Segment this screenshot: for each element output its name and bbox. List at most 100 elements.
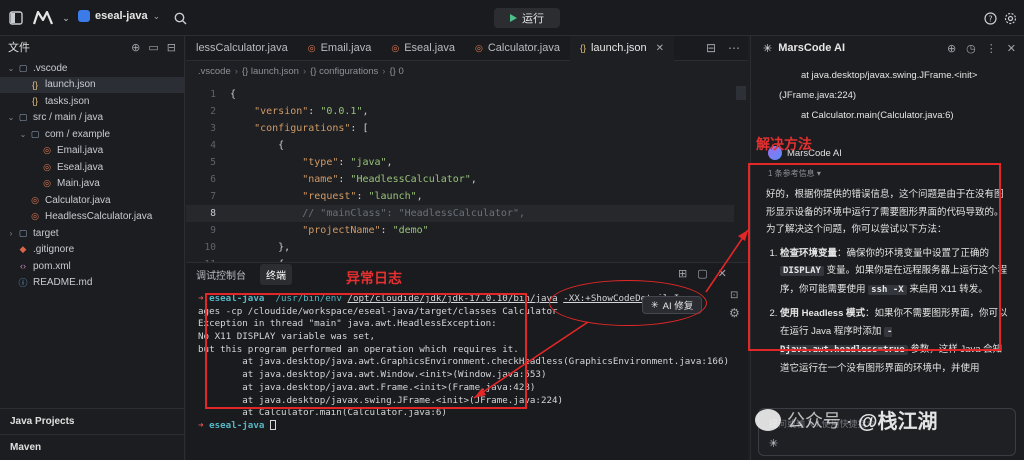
code-text: {	[230, 89, 237, 100]
code-text: {	[230, 140, 285, 151]
code-text: },	[230, 242, 291, 253]
code-editor[interactable]: 1{2 "version": "0.0.1", 3 "configurations…	[186, 86, 734, 270]
line-number: 2	[210, 106, 216, 117]
editor-tab[interactable]: ◎ Calculator.java	[465, 36, 570, 61]
top-bar: ⌄ eseal-java ⌄ 运行 ?	[0, 0, 1024, 36]
folder-file-icon: ▢	[18, 112, 28, 123]
panel-tool-icon[interactable]: ⊡	[730, 290, 738, 301]
tree-item[interactable]: {} launch.json	[0, 76, 184, 93]
more-icon[interactable]: ⋮	[986, 42, 997, 55]
minimap[interactable]	[736, 86, 746, 100]
new-file-icon[interactable]: ⊕	[131, 41, 140, 54]
code-line: 9 "projectName": "demo"	[186, 222, 734, 239]
tab-terminal[interactable]: 终端	[260, 263, 292, 285]
json-file-icon: {}	[579, 43, 586, 53]
code-line: 10 },	[186, 239, 734, 256]
tree-item[interactable]: ⌄ ▢ com / example	[0, 126, 184, 143]
user-message-stack: at java.desktop/javax.swing.JFrame.<init…	[779, 66, 1019, 126]
new-folder-icon[interactable]: ▭	[148, 41, 158, 54]
svg-text:?: ?	[988, 14, 992, 23]
chevron-down-icon: ⌄	[152, 10, 161, 21]
java-file-icon: ◎	[307, 42, 316, 53]
tree-item-label: .gitignore	[33, 244, 75, 256]
java-file-icon: ◎	[31, 211, 39, 222]
run-label: 运行	[522, 13, 544, 25]
chevron-down-icon[interactable]: ⌄	[56, 8, 76, 28]
code-text: "version": "0.0.1",	[254, 106, 369, 117]
maven-section[interactable]: Maven	[0, 434, 185, 460]
prompt-arrow-icon: ➜	[198, 419, 210, 431]
annotation-error-log: 异常日志	[346, 270, 402, 286]
tree-item[interactable]: ⌄ ▢ .vscode	[0, 60, 184, 77]
marscode-logo-icon[interactable]	[32, 8, 54, 28]
new-chat-icon[interactable]: ⊕	[947, 42, 956, 55]
collapse-icon[interactable]: ⊟	[167, 41, 176, 54]
gear-icon[interactable]: ⚙	[729, 306, 740, 320]
java-file-icon: ◎	[43, 178, 51, 189]
code-line: 2 "version": "0.0.1",	[186, 103, 734, 120]
tree-item[interactable]: ◎ Calculator.java	[0, 192, 184, 209]
xml-file-icon: ‹›	[20, 261, 26, 272]
tree-item[interactable]: ◎ Email.java	[0, 143, 184, 160]
run-button[interactable]: 运行	[494, 8, 560, 28]
tree-item[interactable]: {} tasks.json	[0, 93, 184, 110]
tree-item[interactable]: ⌄ ▢ src / main / java	[0, 110, 184, 127]
sidebar-toggle-icon[interactable]	[6, 8, 26, 28]
file-explorer: 文件 ⊕ ▭ ⊟ ⌄ ▢ .vscode{} launch.json{} tasks.j…	[0, 36, 185, 460]
project-selector[interactable]: eseal-java ⌄	[78, 10, 160, 22]
close-icon[interactable]: ✕	[656, 43, 664, 54]
line-number: 7	[210, 191, 216, 202]
maximize-icon[interactable]: ▢	[697, 267, 707, 280]
more-icon[interactable]: ⋯	[728, 41, 740, 55]
settings-icon[interactable]	[1000, 8, 1020, 28]
line-number: 5	[210, 157, 216, 168]
search-icon[interactable]	[170, 8, 190, 28]
help-icon[interactable]: ?	[980, 8, 1000, 28]
watermark-name: @栈江湖	[858, 411, 938, 433]
tree-item[interactable]: ◆ .gitignore	[0, 242, 184, 259]
close-icon[interactable]: ✕	[718, 267, 727, 280]
line-number: 4	[210, 140, 216, 151]
watermark: 公众号 · @栈江湖	[755, 405, 938, 434]
tab-debug-console[interactable]: 调试控制台	[196, 267, 246, 282]
editor-tabs: lessCalculator.java ◎ Email.java ◎ Eseal.jav…	[186, 35, 748, 61]
editor-tab-label: Calculator.java	[487, 42, 560, 54]
tree-item[interactable]: › ▢ target	[0, 225, 184, 242]
java-file-icon: ◎	[43, 161, 51, 172]
breadcrumb-item[interactable]: .vscode	[198, 66, 231, 77]
sparkle-icon[interactable]: ✳	[769, 437, 778, 450]
tree-item[interactable]: ◎ HeadlessCalculator.java	[0, 209, 184, 226]
breadcrumb-item[interactable]: {} configurations	[310, 66, 378, 77]
split-terminal-icon[interactable]: ⊞	[678, 267, 687, 280]
cursor	[269, 420, 276, 431]
ai-sparkle-icon: ✳	[763, 42, 773, 55]
tree-item-label: src / main / java	[33, 112, 104, 124]
java-projects-section[interactable]: Java Projects	[0, 408, 185, 434]
tree-item[interactable]: ◎ Main.java	[0, 176, 184, 193]
chevron-down-icon: ⌄	[19, 129, 27, 139]
editor-tab[interactable]: {} launch.json ✕	[569, 35, 675, 61]
code-line: 4 {	[186, 137, 734, 154]
terminal-line: at Calculator.main(Calculator.java:6)	[198, 407, 447, 419]
line-number: 8	[210, 208, 216, 219]
code-text: "request": "launch",	[302, 191, 423, 202]
tree-item[interactable]: ‹› pom.xml	[0, 258, 184, 275]
editor-tab[interactable]: lessCalculator.java	[186, 36, 298, 61]
code-line: 3 "configurations": [	[186, 120, 734, 137]
breadcrumb-item[interactable]: {} launch.json	[242, 66, 299, 77]
tree-item-label: Calculator.java	[45, 194, 111, 206]
line-number: 3	[210, 123, 216, 134]
code-text: // "mainClass": "HeadlessCalculator",	[302, 208, 526, 219]
project-name: eseal-java	[95, 10, 148, 22]
close-icon[interactable]: ✕	[1007, 42, 1016, 55]
breadcrumb-item[interactable]: {} 0	[389, 66, 403, 77]
editor-tab[interactable]: ◎ Eseal.java	[381, 36, 465, 61]
git-file-icon: ◆	[19, 244, 27, 255]
java-file-icon: ◎	[474, 42, 483, 53]
history-icon[interactable]: ◷	[966, 42, 976, 55]
split-editor-icon[interactable]: ⊟	[706, 41, 716, 55]
editor-tab[interactable]: ◎ Email.java	[298, 36, 382, 61]
tree-item[interactable]: ◎ Eseal.java	[0, 159, 184, 176]
tree-item-label: README.md	[33, 277, 93, 289]
tree-item[interactable]: ⓘ README.md	[0, 275, 184, 292]
